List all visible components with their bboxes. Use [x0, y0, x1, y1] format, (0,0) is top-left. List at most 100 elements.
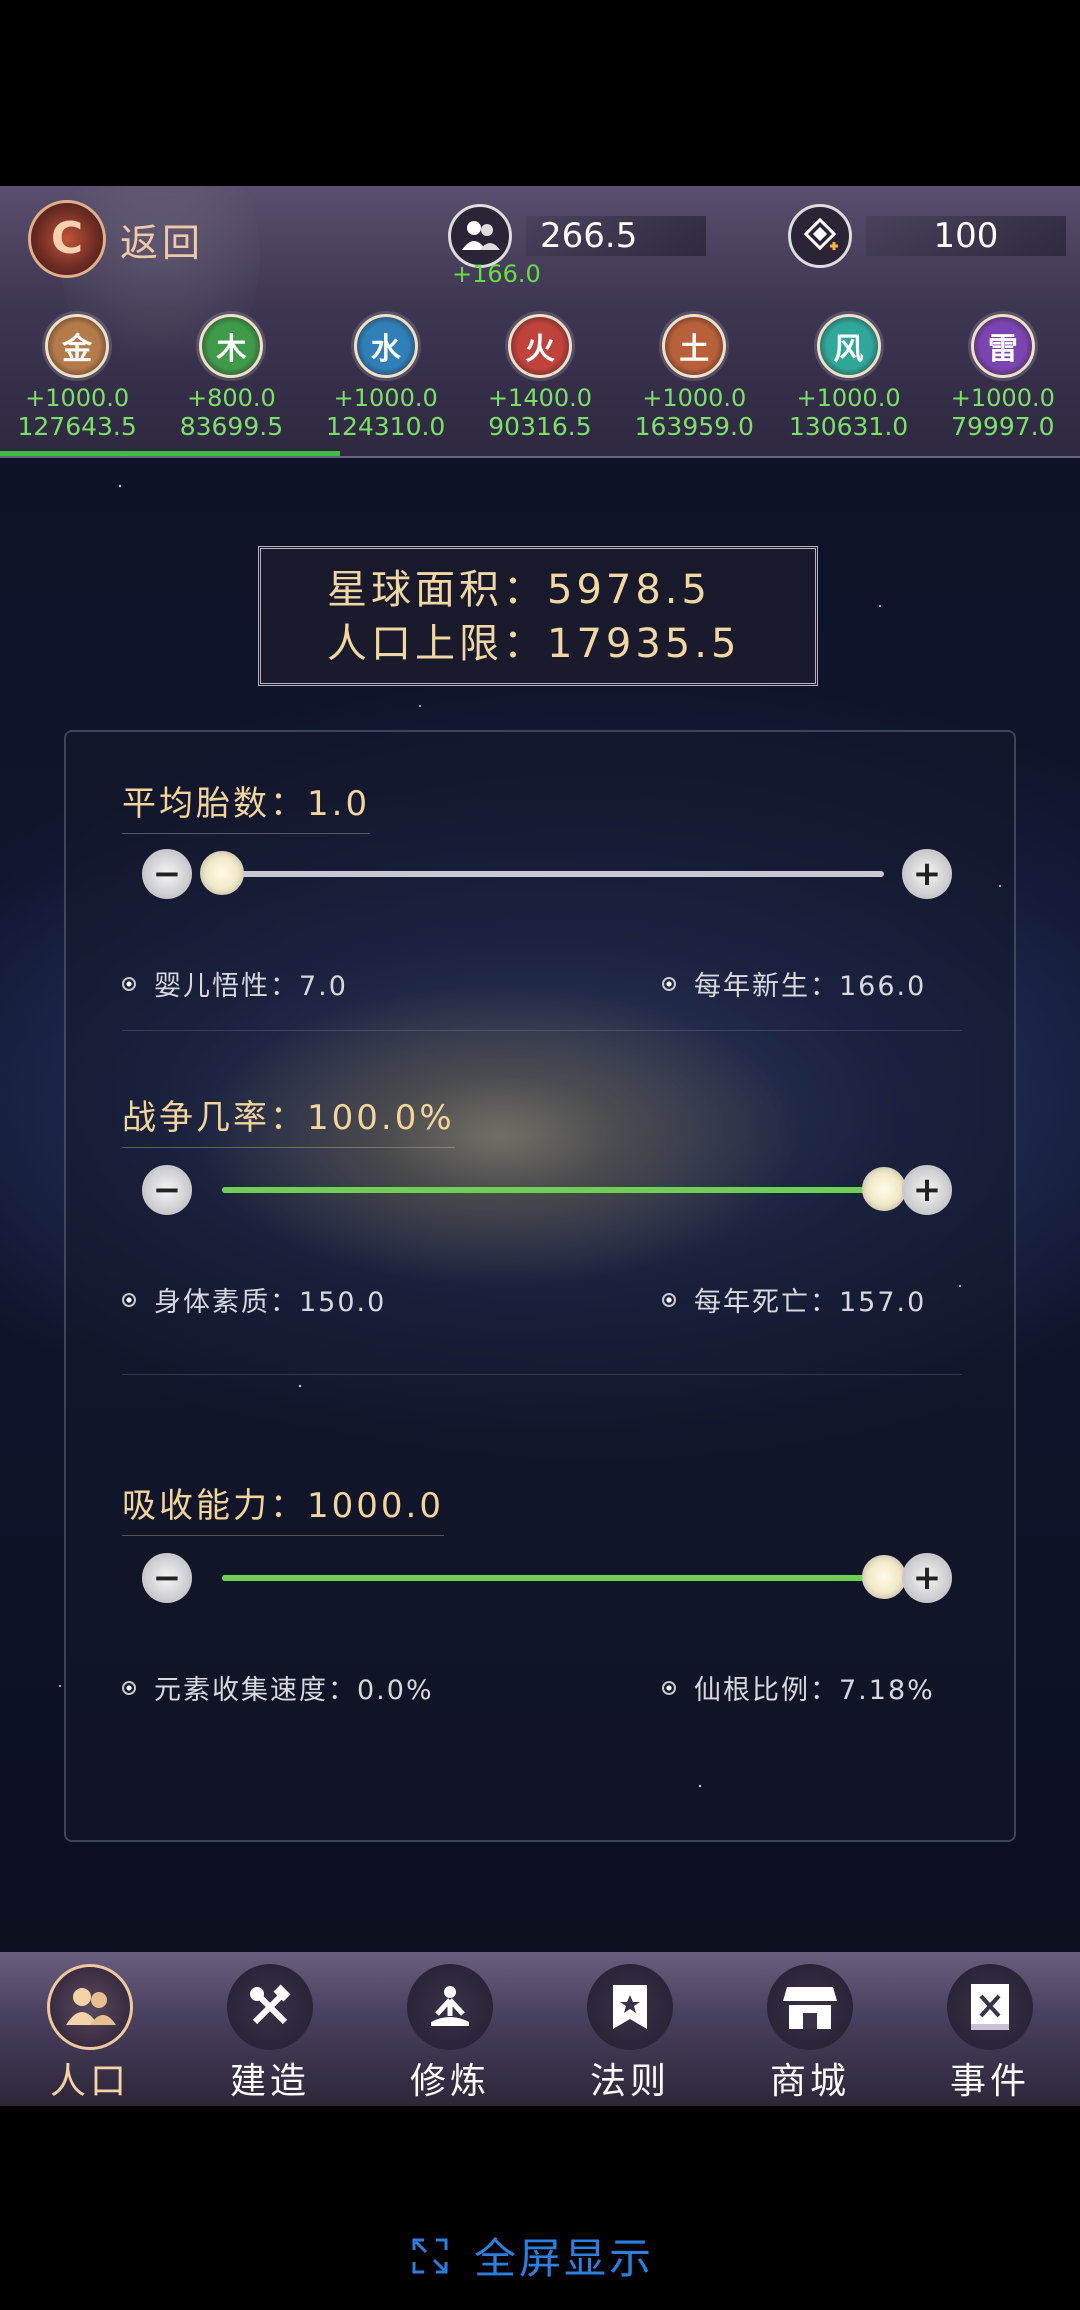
info-text: 元素收集速度：0.0%: [154, 1675, 434, 1706]
element-delta: +1400.0: [487, 384, 593, 412]
back-icon: C: [28, 200, 106, 278]
bullet-icon: [122, 1680, 136, 1695]
war-slider[interactable]: − +: [142, 1160, 952, 1220]
nav-label: 事件: [949, 2061, 1030, 2102]
bullet-icon: [662, 1680, 676, 1695]
increase-button[interactable]: +: [902, 1165, 952, 1215]
increase-button[interactable]: +: [902, 1553, 952, 1603]
element-badge-icon: 雷: [970, 314, 1035, 378]
back-label: 返回: [120, 220, 205, 265]
element-item: 水 +1000.0 124310.0: [309, 314, 463, 442]
info-text: 每年新生：166.0: [694, 971, 927, 1002]
nav-item-laws[interactable]: 法则: [540, 1952, 720, 2106]
decrease-button[interactable]: −: [142, 1553, 192, 1603]
yearly-deaths: 每年死亡：157.0: [662, 1280, 926, 1319]
element-delta: +1000.0: [796, 384, 901, 412]
setting-info-row: 身体素质：150.0 每年死亡：157.0: [122, 1280, 962, 1320]
tools-icon: [227, 1964, 313, 2050]
element-list: 金 +1000.0 127643.5 木 +800.0 83699.5 水 +1000.0 12…: [0, 314, 1080, 442]
event-book-icon: [947, 1964, 1033, 2050]
people-icon: [47, 1964, 133, 2050]
expand-icon: [412, 2238, 448, 2273]
nav-item-build[interactable]: 建造: [180, 1952, 360, 2106]
nav-item-population[interactable]: 人口: [0, 1952, 180, 2106]
gem-add-icon[interactable]: [788, 204, 852, 268]
element-item: 雷 +1000.0 79997.0: [926, 314, 1080, 442]
element-badge-icon: 土: [662, 314, 727, 378]
resource-bar: C 返回 266.5 +166.0 100 金 +1000.0 127643.5…: [0, 186, 1080, 458]
nav-label: 建造: [229, 2061, 310, 2102]
element-total: 130631.0: [788, 412, 909, 441]
bullet-icon: [662, 976, 676, 991]
bullet-icon: [122, 1292, 136, 1307]
nav-item-cultivate[interactable]: 修炼: [360, 1952, 540, 2106]
slider-knob[interactable]: [862, 1167, 906, 1211]
element-total: 124310.0: [326, 412, 446, 441]
population-stat: 266.5: [448, 204, 706, 268]
population-settings-panel: 平均胎数：1.0 − + 婴儿悟性：7.0 每年新生：166.0 战争几率：10…: [64, 730, 1016, 1842]
baby-comprehension: 婴儿悟性：7.0: [122, 964, 348, 1003]
absorb-slider[interactable]: − +: [142, 1548, 952, 1608]
divider: [122, 1030, 962, 1031]
population-delta: +166.0: [452, 260, 541, 288]
element-delta: +800.0: [187, 384, 276, 412]
slider-knob[interactable]: [862, 1555, 906, 1599]
info-text: 仙根比例：7.18%: [694, 1675, 935, 1706]
nav-label: 修炼: [409, 2061, 490, 2102]
nav-item-shop[interactable]: 商城: [720, 1952, 900, 2106]
element-delta: +1000.0: [25, 384, 130, 412]
element-item: 风 +1000.0 130631.0: [771, 314, 925, 442]
setting-info-row: 元素收集速度：0.0% 仙根比例：7.18%: [122, 1668, 962, 1708]
element-total: 83699.5: [179, 412, 284, 441]
gem-stat: 100: [788, 204, 1066, 268]
slider-fill: [222, 1575, 884, 1581]
loading-progress-line: [0, 451, 340, 456]
planet-info-box: 星球面积：5978.5 人口上限：17935.5: [258, 546, 818, 686]
element-item: 木 +800.0 83699.5: [154, 314, 308, 442]
element-collect-speed: 元素收集速度：0.0%: [122, 1668, 434, 1707]
planet-area: 星球面积：5978.5: [327, 567, 711, 613]
divider: [122, 1374, 962, 1375]
slider-knob[interactable]: [200, 851, 244, 895]
births-slider[interactable]: − +: [142, 844, 952, 904]
element-item: 火 +1400.0 90316.5: [463, 314, 617, 442]
element-badge-icon: 水: [353, 314, 418, 378]
setting-info-row: 婴儿悟性：7.0 每年新生：166.0: [122, 964, 962, 1004]
body-quality: 身体素质：150.0: [122, 1280, 386, 1319]
fullscreen-link[interactable]: 全屏显示: [410, 2225, 654, 2286]
population-icon: [448, 204, 512, 268]
bullet-icon: [122, 976, 136, 991]
game-viewport: C 返回 266.5 +166.0 100 金 +1000.0 127643.5…: [0, 186, 1080, 2106]
fullscreen-label: 全屏显示: [474, 2234, 655, 2283]
increase-button[interactable]: +: [902, 849, 952, 899]
setting-title: 战争几率：100.0%: [122, 1090, 455, 1148]
shop-icon: [767, 1964, 853, 2050]
setting-title: 吸收能力：1000.0: [122, 1478, 444, 1536]
element-badge-icon: 金: [45, 314, 110, 378]
element-delta: +1000.0: [642, 384, 747, 412]
info-text: 婴儿悟性：7.0: [154, 971, 348, 1002]
back-button[interactable]: C 返回: [28, 200, 204, 278]
info-text: 每年死亡：157.0: [694, 1287, 927, 1318]
gem-value: 100: [866, 216, 1066, 256]
element-badge-icon: 风: [816, 314, 881, 378]
nav-label: 商城: [769, 2061, 850, 2102]
element-delta: +1000.0: [333, 384, 438, 412]
decrease-button[interactable]: −: [142, 1165, 192, 1215]
setting-title: 平均胎数：1.0: [122, 776, 371, 834]
nav-item-events[interactable]: 事件: [900, 1952, 1080, 2106]
element-total: 90316.5: [488, 412, 592, 441]
element-badge-icon: 木: [199, 314, 264, 378]
slider-track[interactable]: [200, 851, 884, 895]
bullet-icon: [662, 1292, 676, 1307]
slider-track[interactable]: [222, 1167, 906, 1211]
law-banner-icon: [587, 1964, 673, 2050]
nav-label: 法则: [589, 2061, 670, 2102]
decrease-button[interactable]: −: [142, 849, 192, 899]
slider-fill: [222, 1187, 884, 1193]
element-total: 163959.0: [634, 412, 754, 441]
population-limit: 人口上限：17935.5: [327, 621, 741, 667]
slider-track[interactable]: [222, 1555, 906, 1599]
yearly-births: 每年新生：166.0: [662, 964, 926, 1003]
element-delta: +1000.0: [950, 384, 1055, 412]
